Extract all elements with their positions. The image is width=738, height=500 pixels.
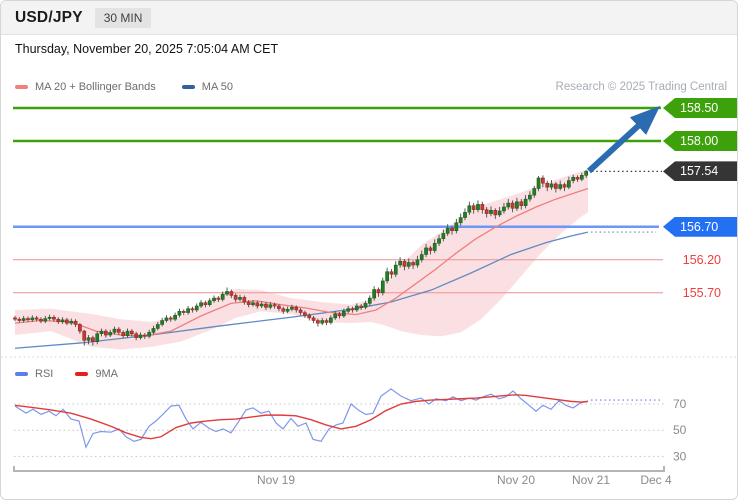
legend-item-ma50: MA 50 (181, 81, 233, 93)
ma20-bollinger-label: MA 20 + Bollinger Bands (35, 81, 156, 93)
rsi-axis-label: 50 (673, 423, 687, 437)
date-label-Nov-19: Nov 19 (257, 473, 295, 487)
rsi-swatch-icon (15, 372, 28, 376)
legend-item-ma20-bollinger: MA 20 + Bollinger Bands (15, 81, 156, 93)
ma50-swatch-icon (181, 85, 195, 89)
rsi-line (14, 388, 589, 449)
timeframe-badge: 30 MIN (94, 7, 152, 28)
chart-datetime: Thursday, November 20, 2025 7:05:04 AM C… (15, 42, 279, 56)
date-label-Nov-21: Nov 21 (572, 473, 610, 487)
ma50-label: MA 50 (201, 81, 233, 93)
date-label-Dec-4: Dec 4 (640, 473, 672, 487)
rsi-9ma-swatch-icon (75, 372, 89, 376)
rsi-axis-label: 70 (673, 397, 687, 411)
instrument-title: USD/JPY (15, 8, 83, 26)
research-watermark: Research © 2025 Trading Central (555, 81, 727, 93)
bullish-arrow-icon (586, 105, 661, 174)
time-axis (13, 466, 665, 472)
main-chart-legend: MA 20 + Bollinger Bands MA 50 (15, 81, 233, 93)
header-bar: USD/JPY 30 MIN (1, 1, 737, 35)
rsi-9ma-label: 9MA (95, 368, 118, 380)
ma20-bollinger-swatch-icon (15, 85, 28, 89)
date-label-Nov-20: Nov 20 (497, 473, 535, 487)
trading-central-chart-page: USD/JPY 30 MIN Thursday, November 20, 20… (0, 0, 738, 500)
price-chart-svg[interactable]: 70 50 30 Nov 19 Nov 20 Nov 21 Dec 4 (1, 96, 738, 500)
rsi-label: RSI (35, 368, 54, 380)
legend-item-9ma: 9MA (75, 368, 118, 380)
rsi-axis-label: 30 (673, 449, 687, 463)
rsi-legend: RSI 9MA (15, 368, 118, 380)
legend-item-rsi: RSI (15, 368, 53, 380)
